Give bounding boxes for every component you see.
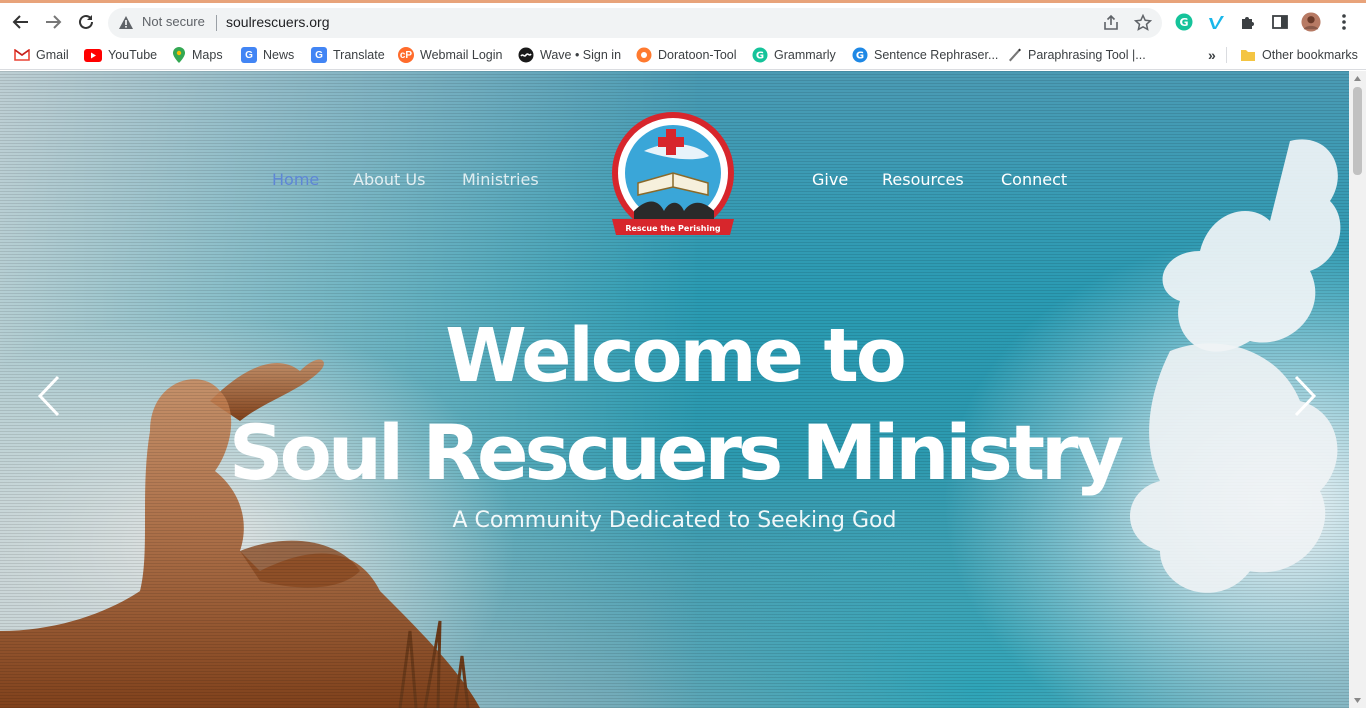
side-panel-icon[interactable] bbox=[1270, 12, 1290, 32]
nav-about-us[interactable]: About Us bbox=[353, 170, 425, 189]
bookmark-gmail[interactable]: Gmail bbox=[14, 45, 69, 65]
maps-icon bbox=[173, 47, 185, 63]
bookmark-label: YouTube bbox=[108, 48, 158, 62]
bookmark-sentence-rephraser[interactable]: G Sentence Rephraser... bbox=[852, 45, 998, 65]
bookmark-news[interactable]: G News bbox=[241, 45, 294, 65]
folder-icon bbox=[1241, 50, 1255, 61]
bookmarks-divider bbox=[1226, 47, 1227, 63]
bookmark-label: Doratoon-Tool bbox=[658, 48, 737, 62]
grammarly-icon: G bbox=[752, 47, 768, 63]
other-bookmarks-label: Other bookmarks bbox=[1262, 48, 1358, 62]
ministry-logo[interactable]: Rescue the Perishing bbox=[604, 111, 742, 251]
bookmark-wave[interactable]: Wave • Sign in bbox=[518, 45, 621, 65]
bookmark-label: Gmail bbox=[36, 48, 69, 62]
scrollbar-thumb[interactable] bbox=[1353, 87, 1362, 175]
bookmark-star-icon[interactable] bbox=[1134, 14, 1152, 32]
bookmark-label: Webmail Login bbox=[420, 48, 503, 62]
bookmark-label: Maps bbox=[192, 48, 223, 62]
scroll-up-icon[interactable] bbox=[1353, 74, 1362, 83]
back-button[interactable] bbox=[8, 9, 34, 35]
other-bookmarks-folder[interactable]: Other bookmarks bbox=[1240, 45, 1358, 65]
warning-icon[interactable] bbox=[118, 15, 134, 30]
bookmark-grammarly[interactable]: G Grammarly bbox=[752, 45, 836, 65]
share-icon[interactable] bbox=[1102, 14, 1120, 32]
svg-text:G: G bbox=[1179, 16, 1188, 29]
hero-headline-line2: Soul Rescuers Ministry bbox=[228, 408, 1124, 497]
page-scrollbar[interactable] bbox=[1349, 71, 1366, 708]
hero-banner: Home About Us Ministries Give Resources … bbox=[0, 71, 1349, 708]
carousel-prev-arrow-icon[interactable] bbox=[34, 371, 64, 421]
nav-connect[interactable]: Connect bbox=[1001, 170, 1067, 189]
reload-icon bbox=[79, 14, 93, 29]
gmail-icon bbox=[14, 49, 30, 61]
bookmark-paraphrasing-tool[interactable]: Paraphrasing Tool |... bbox=[1006, 45, 1146, 65]
nav-home[interactable]: Home bbox=[272, 170, 319, 189]
url-text[interactable]: soulrescuers.org bbox=[226, 14, 330, 30]
hero-tagline: A Community Dedicated to Seeking God bbox=[452, 508, 897, 533]
news-icon: G bbox=[241, 47, 257, 63]
extensions-puzzle-icon[interactable] bbox=[1238, 12, 1258, 32]
reload-button[interactable] bbox=[73, 9, 99, 35]
translate-icon: G bbox=[311, 47, 327, 63]
bookmark-label: Paraphrasing Tool |... bbox=[1028, 48, 1146, 62]
hero-headline-line1: Welcome to bbox=[445, 313, 907, 399]
chrome-menu-icon[interactable] bbox=[1334, 12, 1354, 32]
paraphrasing-icon bbox=[1009, 48, 1021, 62]
rephraser-icon: G bbox=[852, 47, 868, 63]
logo-ribbon-text: Rescue the Perishing bbox=[625, 224, 721, 233]
doratoon-icon bbox=[636, 47, 652, 63]
bookmarks-bar: Gmail YouTube Maps G News G Translate cP… bbox=[0, 40, 1366, 70]
forward-button[interactable] bbox=[40, 9, 66, 35]
nav-ministries[interactable]: Ministries bbox=[462, 170, 539, 189]
omnibox-divider bbox=[216, 15, 217, 31]
bookmark-doratoon[interactable]: Doratoon-Tool bbox=[636, 45, 737, 65]
svg-text:G: G bbox=[856, 51, 864, 62]
profile-avatar[interactable] bbox=[1301, 12, 1321, 32]
bookmark-label: Wave • Sign in bbox=[540, 48, 622, 62]
youtube-icon bbox=[84, 48, 102, 62]
forward-arrow-icon bbox=[46, 15, 62, 29]
bookmark-label: News bbox=[263, 48, 295, 62]
security-status[interactable]: Not secure bbox=[142, 14, 205, 29]
grammarly-extension-icon[interactable]: G bbox=[1174, 12, 1194, 32]
bookmark-webmail[interactable]: cP Webmail Login bbox=[398, 45, 502, 65]
wave-icon bbox=[518, 47, 534, 63]
bookmark-youtube[interactable]: YouTube bbox=[84, 45, 157, 65]
bookmark-label: Sentence Rephraser... bbox=[874, 48, 999, 62]
vimeo-extension-icon[interactable] bbox=[1206, 12, 1226, 32]
bookmark-translate[interactable]: G Translate bbox=[311, 45, 385, 65]
bookmark-label: Grammarly bbox=[774, 48, 836, 62]
webmail-icon: cP bbox=[398, 47, 414, 63]
browser-toolbar: Not secure soulrescuers.org G bbox=[0, 0, 1366, 40]
bookmark-label: Translate bbox=[333, 48, 385, 62]
bookmark-maps[interactable]: Maps bbox=[172, 45, 223, 65]
nav-resources[interactable]: Resources bbox=[882, 170, 964, 189]
nav-give[interactable]: Give bbox=[812, 170, 848, 189]
back-arrow-icon bbox=[12, 15, 28, 29]
scroll-down-icon[interactable] bbox=[1353, 696, 1362, 705]
svg-text:G: G bbox=[756, 51, 764, 62]
carousel-next-arrow-icon[interactable] bbox=[1290, 371, 1320, 421]
address-bar[interactable]: Not secure soulrescuers.org bbox=[108, 8, 1162, 38]
bookmarks-overflow-button[interactable]: » bbox=[1208, 45, 1216, 65]
